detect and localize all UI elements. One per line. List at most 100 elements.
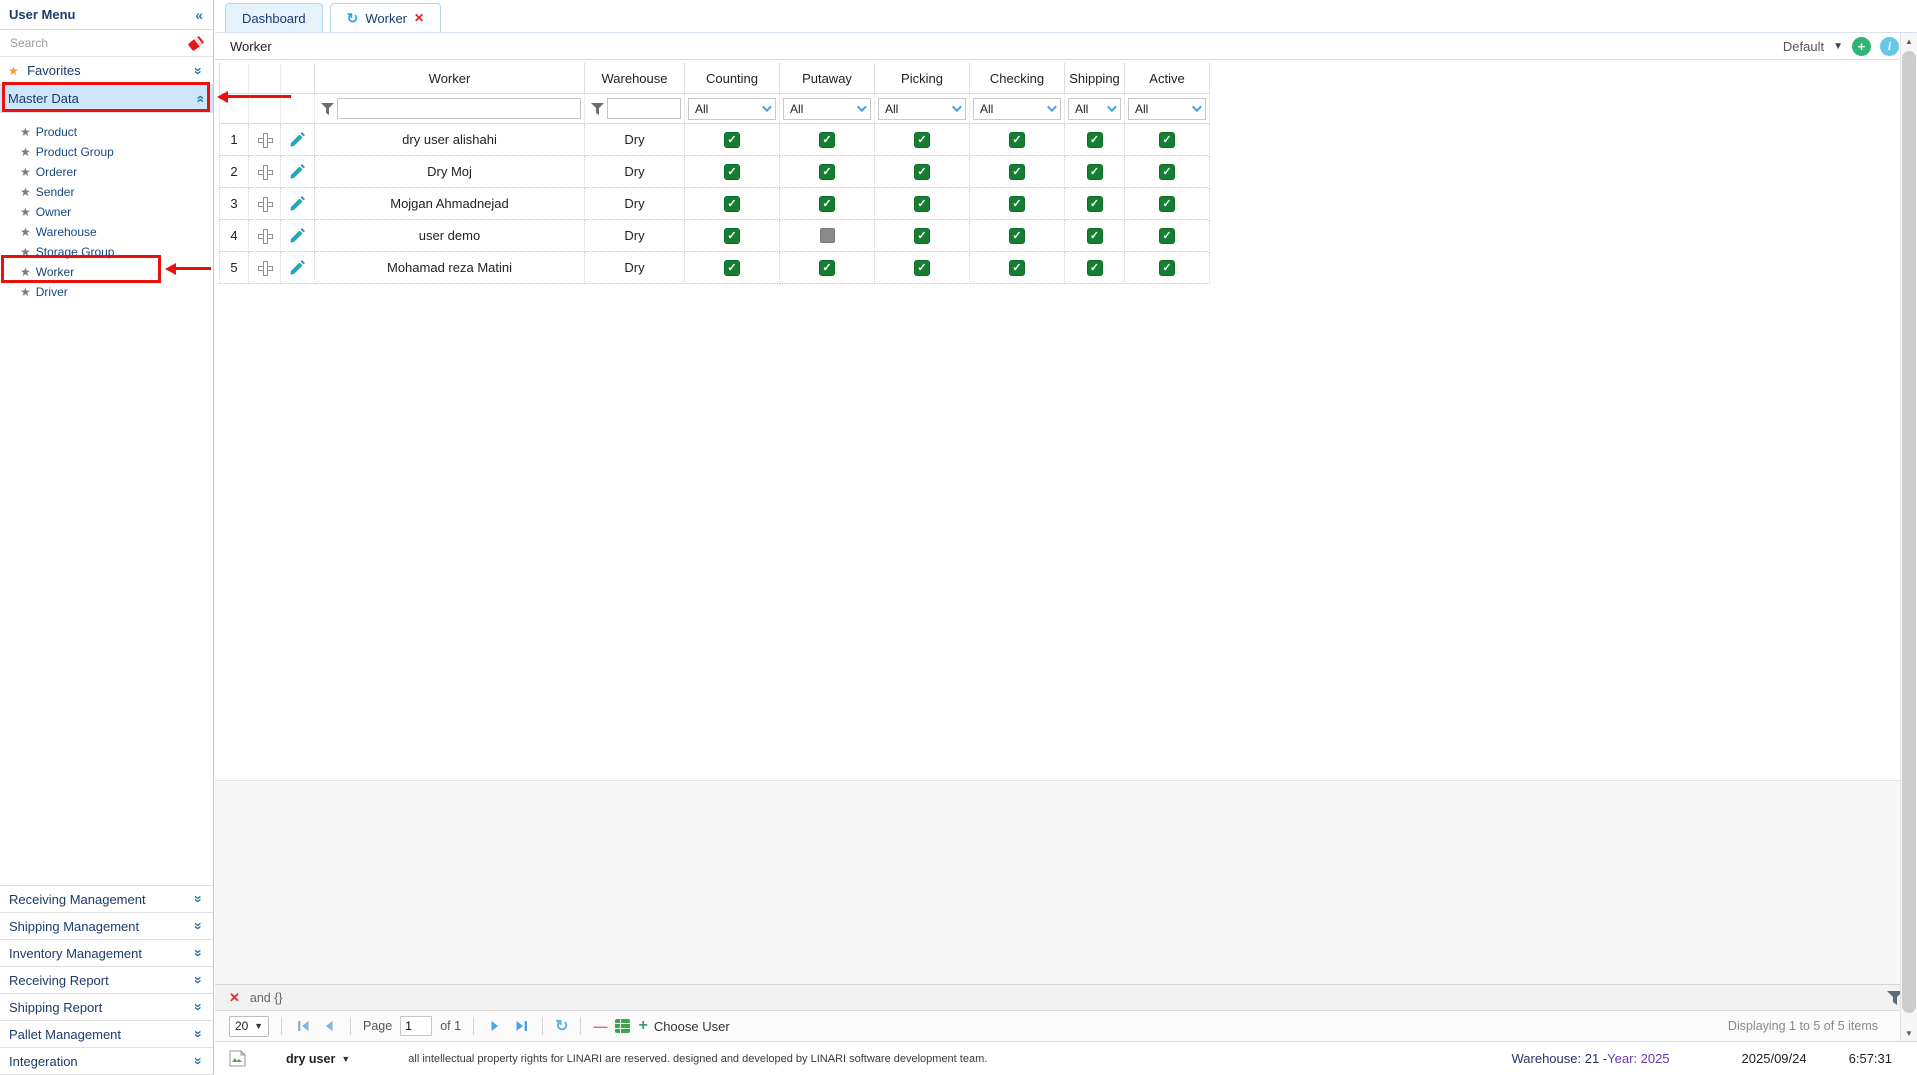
filter-checking-select[interactable]: All [973,98,1061,120]
chevron-down-icon[interactable]: » [192,895,206,903]
table-row[interactable]: 4 user demo Dry [219,220,1210,252]
prev-page-button[interactable] [320,1017,338,1035]
star-icon[interactable]: ★ [20,245,31,259]
sidebar-section[interactable]: Pallet Management » [0,1021,213,1048]
shipping-checkbox[interactable] [1087,228,1103,244]
shipping-checkbox[interactable] [1087,196,1103,212]
view-selector[interactable]: Default [1783,39,1824,54]
counting-checkbox[interactable] [724,260,740,276]
picking-checkbox[interactable] [914,228,930,244]
move-row-icon[interactable] [258,165,271,178]
filter-picking-select[interactable]: All [878,98,966,120]
chevron-down-icon[interactable]: » [192,1030,206,1038]
sidebar-section[interactable]: Shipping Report » [0,994,213,1021]
picking-checkbox[interactable] [914,164,930,180]
sidebar-section[interactable]: Receiving Report » [0,967,213,994]
edit-pencil-icon[interactable] [290,260,305,275]
checking-checkbox[interactable] [1009,260,1025,276]
header-counting[interactable]: Counting [685,63,780,94]
shipping-checkbox[interactable] [1087,164,1103,180]
counting-checkbox[interactable] [724,132,740,148]
header-checking[interactable]: Checking [970,63,1065,94]
header-shipping[interactable]: Shipping [1065,63,1125,94]
close-tab-icon[interactable]: ✕ [414,11,424,25]
caret-down-icon[interactable]: ▼ [1833,41,1843,52]
filter-shipping-select[interactable]: All [1068,98,1121,120]
header-warehouse[interactable]: Warehouse [585,63,685,94]
star-icon[interactable]: ★ [20,125,31,139]
sidebar-item-favorites[interactable]: ★ Favorites » [0,57,213,85]
search-input[interactable] [10,36,160,50]
counting-checkbox[interactable] [724,196,740,212]
header-picking[interactable]: Picking [875,63,970,94]
scrollbar-thumb[interactable] [1902,51,1916,1013]
sidebar-section[interactable]: Integeration » [0,1048,213,1075]
refresh-icon[interactable]: ↻ [347,10,359,27]
sidebar-item[interactable]: ★ Driver [0,282,213,302]
sidebar-item[interactable]: ★ Owner [0,202,213,222]
putaway-checkbox[interactable] [820,228,835,243]
star-icon[interactable]: ★ [20,165,31,179]
chevron-down-icon[interactable]: » [192,67,206,75]
chevron-down-icon[interactable]: » [192,1003,206,1011]
header-active[interactable]: Active [1125,63,1210,94]
filter-putaway-select[interactable]: All [783,98,871,120]
active-checkbox[interactable] [1159,228,1175,244]
chevron-down-icon[interactable]: » [192,1057,206,1065]
checking-checkbox[interactable] [1009,132,1025,148]
putaway-checkbox[interactable] [819,260,835,276]
grid-view-icon[interactable] [615,1019,630,1033]
sidebar-item[interactable]: ★ Product Group [0,142,213,162]
sidebar-item[interactable]: ★ Sender [0,182,213,202]
header-putaway[interactable]: Putaway [780,63,875,94]
putaway-checkbox[interactable] [819,164,835,180]
star-icon[interactable]: ★ [20,185,31,199]
sidebar-item[interactable]: ★ Product [0,122,213,142]
picking-checkbox[interactable] [914,132,930,148]
move-row-icon[interactable] [258,261,271,274]
refresh-grid-icon[interactable]: ↻ [555,1016,568,1036]
filter-funnel-icon[interactable] [321,103,334,115]
last-page-button[interactable] [512,1017,530,1035]
star-icon[interactable]: ★ [20,225,31,239]
filter-counting-select[interactable]: All [688,98,776,120]
star-icon[interactable]: ★ [20,265,31,279]
picking-checkbox[interactable] [914,260,930,276]
sidebar-section[interactable]: Inventory Management » [0,940,213,967]
remove-row-icon[interactable]: — [593,1018,607,1034]
move-row-icon[interactable] [258,133,271,146]
move-row-icon[interactable] [258,197,271,210]
filter-funnel-icon[interactable] [591,103,604,115]
active-checkbox[interactable] [1159,260,1175,276]
add-view-button[interactable]: + [1852,37,1871,56]
clear-filter-icon[interactable]: ✕ [229,990,240,1006]
active-checkbox[interactable] [1159,196,1175,212]
star-icon[interactable]: ★ [20,205,31,219]
sidebar-section[interactable]: Receiving Management » [0,886,213,913]
move-row-icon[interactable] [258,229,271,242]
edit-pencil-icon[interactable] [290,132,305,147]
edit-pencil-icon[interactable] [290,164,305,179]
header-worker[interactable]: Worker [315,63,585,94]
counting-checkbox[interactable] [724,228,740,244]
first-page-button[interactable] [294,1017,312,1035]
chevron-down-icon[interactable]: » [192,922,206,930]
shipping-checkbox[interactable] [1087,260,1103,276]
scroll-up-icon[interactable]: ▲ [1901,33,1917,49]
tab-dashboard[interactable]: Dashboard [225,3,323,32]
sidebar-section[interactable]: Shipping Management » [0,913,213,940]
filter-worker-input[interactable] [337,98,581,119]
sidebar-item[interactable]: ★ Worker [0,262,213,282]
filter-active-select[interactable]: All [1128,98,1206,120]
filter-warehouse-input[interactable] [607,98,681,119]
next-page-button[interactable] [486,1017,504,1035]
sidebar-item-master-data[interactable]: Master Data » [0,85,213,113]
sidebar-item[interactable]: ★ Orderer [0,162,213,182]
info-button[interactable]: i [1880,37,1899,56]
sidebar-collapse-icon[interactable]: « [195,8,203,22]
tab-worker[interactable]: ↻ Worker ✕ [330,3,441,32]
shipping-checkbox[interactable] [1087,132,1103,148]
putaway-checkbox[interactable] [819,196,835,212]
active-checkbox[interactable] [1159,132,1175,148]
scroll-down-icon[interactable]: ▼ [1901,1025,1917,1041]
